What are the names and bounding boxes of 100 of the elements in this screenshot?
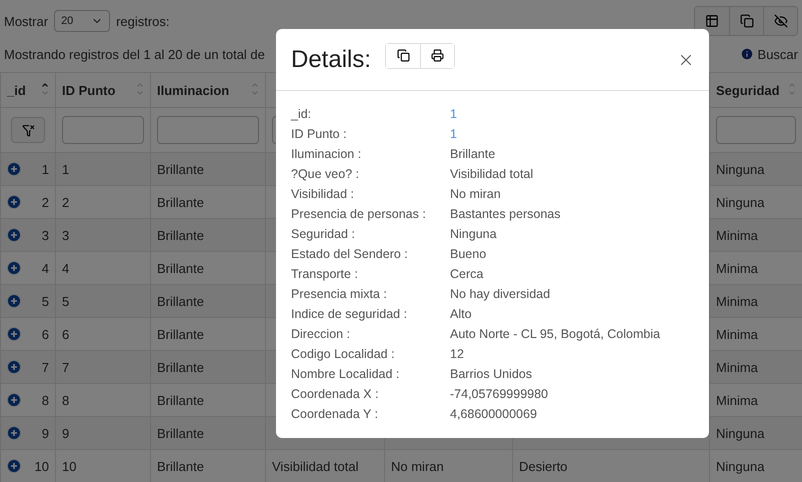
table-cell: 4 [62,260,70,276]
plus-circle-icon[interactable] [7,294,21,308]
printer-icon [431,49,444,62]
table-cell: Ninguna [716,194,764,210]
copy-icon [396,49,410,62]
field-value: 1 [450,106,458,123]
table-cell: Ninguna [716,162,764,176]
field-value: Visibilidad total [450,166,534,183]
table-cell: 7 [42,360,49,374]
plus-circle-icon[interactable] [7,261,21,275]
field-label: Presencia mixta : [291,286,388,303]
table-cell: 3 [62,228,70,242]
field-value: Alto [450,306,473,323]
search-label: Buscar [758,46,798,62]
field-label: Direccion : [291,326,352,343]
field-value: Cerca [450,266,484,283]
table-cell: Minima [716,326,758,342]
table-cell: 2 [62,194,70,210]
table-cell: 9 [62,426,70,440]
table-cell: Minima [716,360,758,374]
plus-circle-icon[interactable] [7,459,21,473]
field-value: -74,05769999980 [450,386,550,403]
plus-circle-icon[interactable] [7,228,21,242]
filter-field[interactable] [716,116,796,144]
table-cell: 6 [42,326,49,342]
field-label: Coordenada X : [291,386,380,403]
filter-field[interactable] [157,116,259,144]
plus-circle-icon[interactable] [7,195,21,209]
hide-columns-button[interactable] [763,7,797,35]
table-cell: Brillante [157,260,204,276]
table-cell: 2 [42,194,49,210]
table-cell: 10 [62,458,76,474]
field-label: Codigo Localidad : [291,346,396,363]
field-value: Brillante [450,146,496,163]
table-cell: 4 [42,260,49,276]
table-view-button[interactable] [695,7,729,35]
field-label: Visibilidad : [291,186,356,203]
column-header[interactable]: _id [7,82,26,98]
table-cell: Desierto [519,458,568,474]
page-size-select[interactable]: 20 [54,10,110,32]
field-label: Seguridad : [291,226,356,243]
filter-icon [22,124,34,136]
table-icon [705,14,719,28]
field-value: 12 [450,346,465,363]
info-icon [740,47,754,61]
table-cell: 10 [34,458,49,474]
table-cell: Ninguna [716,458,764,474]
table-cell: 9 [42,426,49,440]
plus-circle-icon[interactable] [7,360,21,374]
copy-icon [740,14,754,28]
field-value: Ninguna [450,226,498,243]
plus-circle-icon[interactable] [7,426,21,440]
field-label: Nombre Localidad : [291,366,400,383]
field-label: Indice de seguridad : [291,306,408,323]
table-cell: Brillante [157,162,204,176]
field-label: Iluminacion : [291,146,362,163]
table-cell: 7 [62,360,70,374]
sort-icon[interactable] [41,81,49,97]
field-value: Barrios Unidos [450,366,533,383]
clear-filter-button[interactable] [11,117,45,143]
dialog-title: Details: [291,46,372,74]
plus-circle-icon[interactable] [7,327,21,341]
field-value: 4,68600000069 [450,406,538,423]
field-label: Estado del Sendero : [291,246,409,263]
filter-field[interactable] [62,116,144,144]
eye-off-icon [774,14,788,28]
field-label: Coordenada Y : [291,406,380,423]
field-value: Auto Norte - CL 95, Bogotá, Colombia [450,326,662,343]
field-value: 1 [450,126,458,143]
field-label: _id: [291,106,312,123]
table-cell: 6 [62,326,70,342]
table-cell: Brillante [157,294,204,308]
table-cell: Minima [716,260,758,276]
plus-circle-icon[interactable] [7,393,21,407]
print-button[interactable] [420,44,454,68]
field-label: ID Punto : [291,126,348,143]
table-cell: Visibilidad total [272,458,358,474]
field-label: Transporte : [291,266,359,283]
show-label: Mostrar [4,14,48,28]
table-cell: Brillante [157,458,204,474]
table-cell: 1 [42,162,49,176]
table-cell: 1 [62,162,70,176]
field-value: Bueno [450,246,488,263]
table-cell: 3 [42,228,49,242]
table-cell: Minima [716,392,758,408]
table-cell: Minima [716,228,758,242]
field-label: Presencia de personas : [291,206,427,223]
table-cell: Brillante [157,194,204,210]
table-cell: 5 [62,294,70,308]
table-cell: 5 [42,294,49,308]
field-label: ?Que veo? : [291,166,360,183]
plus-circle-icon[interactable] [7,162,21,176]
field-value: No hay diversidad [450,286,552,303]
table-cell: Brillante [157,228,204,242]
field-value: Bastantes personas [450,206,562,223]
records-label: registros: [116,14,170,28]
table-cell: Minima [716,294,758,308]
table-cell: Brillante [157,426,204,440]
table-cell: Ninguna [716,426,764,440]
table-cell: 8 [42,392,49,408]
